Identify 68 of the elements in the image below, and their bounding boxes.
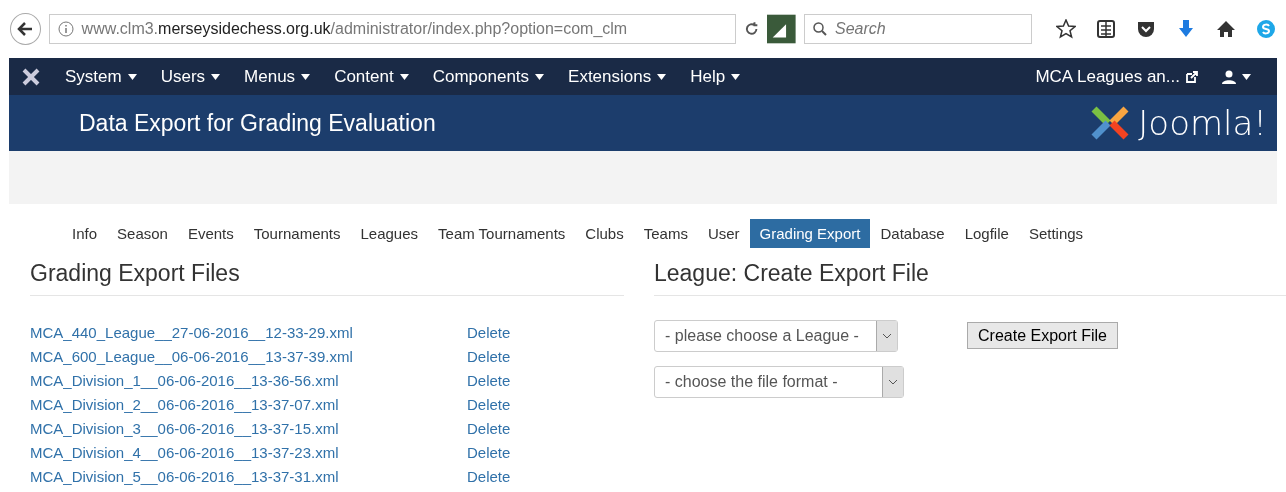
tab[interactable]: Events — [177, 219, 244, 248]
logo-text: Joomla! — [1138, 103, 1267, 143]
pocket-icon[interactable] — [1136, 19, 1156, 39]
menu-item[interactable]: Extensions — [556, 66, 679, 87]
url-text: www.clm3.merseysidechess.org.uk/administrator/index.php?option=com_clm — [81, 20, 628, 38]
caret-icon — [211, 73, 221, 80]
tab[interactable]: Team Tournaments — [428, 219, 576, 248]
delete-link[interactable]: Delete — [467, 323, 511, 341]
download-icon[interactable] — [1176, 19, 1196, 39]
delete-link[interactable]: Delete — [467, 443, 511, 461]
menu-item[interactable]: Content — [322, 66, 421, 87]
tab[interactable]: Settings — [1018, 219, 1094, 248]
tab[interactable]: Logfile — [954, 219, 1019, 248]
menu-item[interactable]: Help — [678, 66, 753, 87]
tab[interactable]: User — [697, 219, 750, 248]
extension-icon[interactable] — [767, 14, 796, 44]
section-heading: Grading Export Files — [30, 260, 624, 296]
external-link-icon — [1186, 70, 1198, 83]
tab[interactable]: Season — [107, 219, 178, 248]
address-bar[interactable]: www.clm3.merseysidechess.org.uk/administrator/index.php?option=com_clm — [48, 14, 737, 44]
delete-link[interactable]: Delete — [467, 395, 511, 413]
chat-icon[interactable] — [1256, 19, 1276, 39]
caret-icon — [127, 73, 137, 80]
user-icon — [1222, 69, 1236, 84]
caret-icon — [1242, 73, 1251, 80]
tab[interactable]: Tournaments — [243, 219, 351, 248]
back-arrow-icon — [17, 22, 34, 36]
file-link[interactable]: MCA_600_League__06-06-2016__13-37-39.xml — [30, 347, 467, 365]
page-title: Data Export for Grading Evaluation — [79, 109, 436, 137]
chevron-icon — [882, 333, 892, 339]
league-select[interactable]: - please choose a League - — [654, 320, 898, 352]
menu-item[interactable]: Users — [148, 66, 233, 87]
search-field[interactable]: Search — [804, 14, 1032, 44]
reload-icon[interactable] — [744, 21, 760, 37]
tab[interactable]: Info — [62, 219, 108, 248]
file-link[interactable]: MCA_Division_2__06-06-2016__13-37-07.xml — [30, 395, 467, 413]
caret-icon — [535, 73, 545, 80]
create-export-button[interactable]: Create Export File — [967, 322, 1118, 349]
menu-item[interactable]: Components — [420, 66, 557, 87]
chevron-icon — [888, 379, 898, 385]
info-icon — [57, 21, 74, 37]
delete-link[interactable]: Delete — [467, 347, 511, 365]
tab[interactable]: Clubs — [575, 219, 634, 248]
caret-icon — [399, 73, 409, 80]
caret-icon — [657, 73, 667, 80]
menu-item[interactable]: System — [53, 66, 149, 87]
delete-link[interactable]: Delete — [467, 467, 511, 485]
tab[interactable]: Teams — [633, 219, 698, 248]
star-icon[interactable] — [1056, 19, 1076, 39]
section-heading: League: Create Export File — [654, 260, 1286, 296]
tab[interactable]: Leagues — [350, 219, 429, 248]
joomla-icon[interactable] — [21, 66, 41, 87]
file-link[interactable]: MCA_Division_1__06-06-2016__13-36-56.xml — [30, 371, 467, 389]
tab[interactable]: Grading Export — [749, 219, 871, 248]
file-link[interactable]: MCA_Division_5__06-06-2016__13-37-31.xml — [30, 467, 467, 485]
file-link[interactable]: MCA_Division_3__06-06-2016__13-37-15.xml — [30, 419, 467, 437]
delete-link[interactable]: Delete — [467, 371, 511, 389]
home-icon[interactable] — [1216, 19, 1236, 39]
caret-icon — [301, 73, 311, 80]
caret-icon — [731, 73, 741, 80]
tab[interactable]: Database — [870, 219, 955, 248]
file-link[interactable]: MCA_440_League__27-06-2016__12-33-29.xml — [30, 323, 467, 341]
site-link[interactable]: MCA Leagues an... — [1023, 66, 1210, 87]
menu-item[interactable]: Menus — [232, 66, 323, 87]
delete-link[interactable]: Delete — [467, 419, 511, 437]
reader-icon[interactable] — [1096, 19, 1116, 39]
file-link[interactable]: MCA_Division_4__06-06-2016__13-37-23.xml — [30, 443, 467, 461]
format-select[interactable]: - choose the file format - — [654, 366, 904, 398]
